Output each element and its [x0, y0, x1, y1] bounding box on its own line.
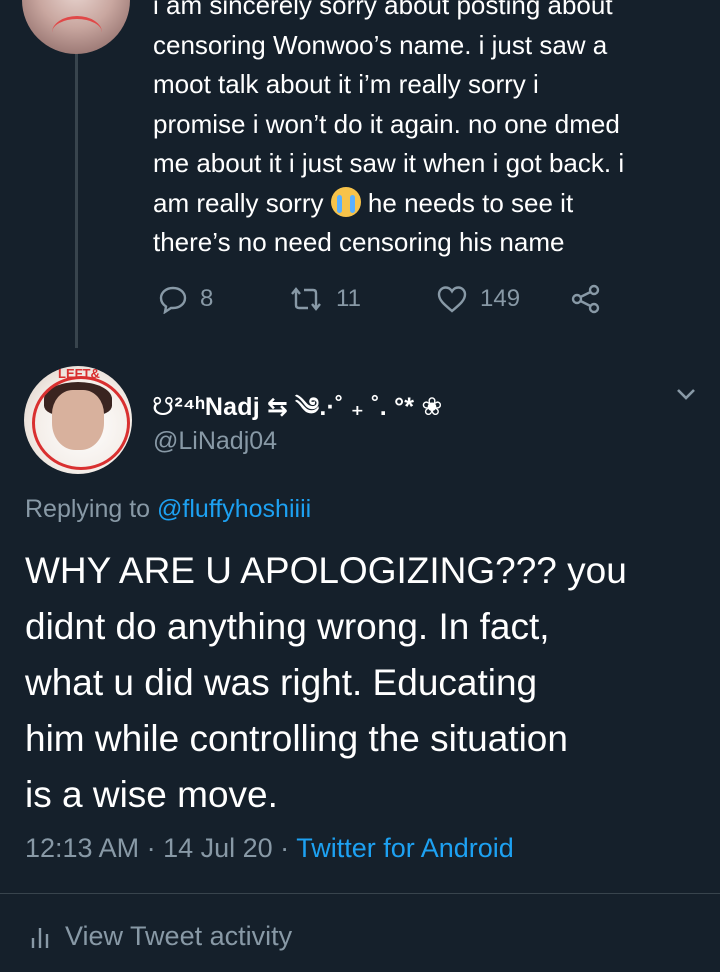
like-icon [437, 286, 467, 313]
tweet-date: 14 Jul 20 [163, 833, 273, 863]
tweet-text-line: WHY ARE U APOLOGIZING??? you [25, 550, 627, 591]
avatar-badge-text: LEFT& [58, 366, 100, 381]
previous-tweet-fragment: he needs to see it [360, 187, 574, 218]
tweet-text-line: is a wise move. [25, 774, 278, 815]
retweet-icon [291, 287, 321, 311]
previous-tweet-avatar[interactable] [22, 0, 130, 54]
tweet-text-line: didnt do anything wrong. In fact, [25, 606, 550, 647]
replying-to: Replying to @fluffyhoshiiii [25, 495, 311, 524]
previous-tweet-fragment: am really sorry [153, 187, 331, 218]
tweet-options-button[interactable] [674, 382, 698, 406]
tweet-text-line: him while controlling the situation [25, 718, 568, 759]
tweet-text: WHY ARE U APOLOGIZING??? you didnt do an… [25, 543, 705, 823]
previous-tweet-line: censoring Wonwoo’s name. i just saw a [153, 29, 608, 60]
share-button[interactable] [570, 284, 602, 314]
like-count: 149 [480, 285, 521, 312]
view-tweet-activity-button[interactable]: View Tweet activity [29, 921, 292, 952]
tweet-source-link[interactable]: Twitter for Android [296, 833, 514, 863]
previous-tweet-actions: 8 11 149 [158, 282, 602, 316]
previous-tweet-line: promise i won’t do it again. no one dmed [153, 108, 620, 139]
retweet-count: 11 [336, 285, 361, 312]
reply-button[interactable]: 8 [158, 284, 288, 314]
meta-separator: · [139, 833, 164, 863]
tweet-time: 12:13 AM [25, 833, 140, 863]
chevron-down-icon [677, 389, 695, 400]
tweet-text-line: what u did was right. Educating [25, 662, 538, 703]
tweet-metadata: 12:13 AM · 14 Jul 20 · Twitter for Andro… [25, 833, 514, 864]
previous-tweet-line: i am sincerely sorry about posting about [153, 0, 613, 20]
retweet-button[interactable]: 11 [288, 284, 436, 314]
reply-icon [159, 286, 187, 314]
view-tweet-activity-label: View Tweet activity [65, 921, 293, 951]
previous-tweet-line: me about it i just saw it when i got bac… [153, 148, 625, 178]
crying-face-emoji-icon [330, 186, 361, 217]
previous-tweet-text: i am sincerely sorry about posting about… [153, 0, 713, 263]
author-avatar[interactable]: LEFT& [24, 366, 132, 474]
like-button[interactable]: 149 [436, 284, 570, 314]
previous-tweet-line: there’s no need censoring his name [153, 227, 565, 257]
user-handle[interactable]: @LiNadj04 [153, 427, 277, 456]
thread-connector-line [75, 50, 78, 348]
bar-chart-icon [31, 927, 49, 948]
divider [0, 893, 720, 894]
reply-count: 8 [200, 285, 214, 312]
share-icon [571, 284, 600, 314]
previous-tweet-line: moot talk about it i’m really sorry i [153, 69, 539, 99]
previous-tweet-line: am really sorry he needs to see it [153, 184, 713, 224]
meta-separator: · [272, 833, 297, 863]
replying-to-mention[interactable]: @fluffyhoshiiii [157, 495, 311, 523]
replying-to-prefix: Replying to [25, 495, 158, 523]
